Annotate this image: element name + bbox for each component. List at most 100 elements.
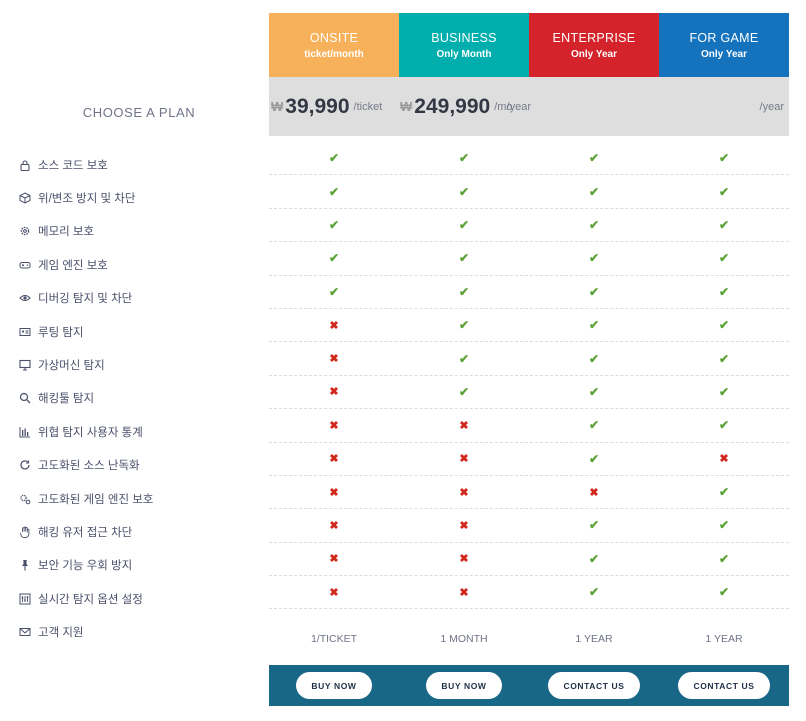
plan-actions: BUY NOW BUY NOW CONTACT US CONTACT US bbox=[269, 665, 789, 706]
check-icon: ✔ bbox=[588, 318, 600, 333]
plan-cell: ✔ bbox=[659, 376, 789, 408]
feature-row: ✔ ✔ ✔ ✔ bbox=[269, 242, 789, 276]
check-icon: ✔ bbox=[718, 318, 730, 333]
feature-row: ✖ ✖ ✔ ✔ bbox=[269, 543, 789, 577]
feature-list: 소스 코드 보호 위/변조 방지 및 차단 메모리 보호 게임 엔진 보호 디버깅 탐지… bbox=[0, 148, 270, 649]
feature-row: ✔ ✔ ✔ ✔ bbox=[269, 209, 789, 243]
check-icon: ✔ bbox=[718, 551, 730, 566]
cross-icon: ✖ bbox=[589, 486, 599, 499]
check-icon: ✔ bbox=[458, 318, 470, 333]
feature-label: 디버깅 탐지 및 차단 bbox=[38, 293, 133, 306]
price-amount: 249,990 bbox=[414, 94, 491, 118]
contact-us-button[interactable]: CONTACT US bbox=[548, 672, 640, 699]
check-icon: ✔ bbox=[718, 418, 730, 433]
plan-cell: ✔ bbox=[659, 476, 789, 508]
check-icon: ✔ bbox=[718, 184, 730, 199]
check-icon: ✔ bbox=[328, 251, 340, 266]
plan-term: 1/TICKET bbox=[310, 633, 358, 645]
plan-name: FOR GAME bbox=[689, 30, 759, 45]
plan-cell: ✔ bbox=[529, 509, 659, 541]
cross-icon: ✖ bbox=[719, 453, 729, 466]
feature-row: ✖ ✔ ✔ ✔ bbox=[269, 342, 789, 376]
plan-term: 1 YEAR bbox=[575, 633, 613, 645]
monitor-icon bbox=[19, 359, 31, 371]
buy-now-button[interactable]: BUY NOW bbox=[296, 672, 372, 699]
check-icon: ✔ bbox=[458, 351, 470, 366]
feature-label: 루팅 탐지 bbox=[38, 326, 84, 339]
plan-cell: ✔ bbox=[659, 342, 789, 374]
check-icon: ✔ bbox=[588, 184, 600, 199]
feature-row: ✖ ✔ ✔ ✔ bbox=[269, 309, 789, 343]
price-amount: 39,990 bbox=[285, 94, 350, 118]
cross-icon: ✖ bbox=[459, 519, 469, 532]
plan-cell: ✖ bbox=[659, 443, 789, 475]
feature-label: 해킹 유저 접근 차단 bbox=[38, 526, 133, 539]
feature-label: 가상머신 탐지 bbox=[38, 360, 105, 373]
plan-cell: ✔ bbox=[529, 443, 659, 475]
check-icon: ✔ bbox=[588, 585, 600, 600]
feature-item: 위협 탐지 사용자 통계 bbox=[0, 415, 270, 448]
check-icon: ✔ bbox=[588, 418, 600, 433]
cross-icon: ✖ bbox=[459, 419, 469, 432]
feature-item: 소스 코드 보호 bbox=[0, 148, 270, 181]
feature-item: 고도화된 소스 난독화 bbox=[0, 449, 270, 482]
plan-header-onsite: ONSITE ticket/month bbox=[269, 13, 399, 77]
plan-cell: ✔ bbox=[659, 276, 789, 308]
pin-icon bbox=[19, 559, 31, 571]
cross-icon: ✖ bbox=[459, 586, 469, 599]
plan-cell: ✖ bbox=[529, 476, 659, 508]
plan-cell: ✔ bbox=[529, 576, 659, 608]
buy-now-button[interactable]: BUY NOW bbox=[426, 672, 502, 699]
currency-symbol: ₩ bbox=[271, 99, 284, 114]
check-icon: ✔ bbox=[328, 217, 340, 232]
plan-name: BUSINESS bbox=[431, 30, 497, 45]
feature-label: 해킹툴 탐지 bbox=[38, 393, 95, 406]
plan-cell: ✔ bbox=[269, 242, 399, 274]
check-icon: ✔ bbox=[328, 284, 340, 299]
check-icon: ✔ bbox=[458, 251, 470, 266]
plan-cell: ✖ bbox=[399, 576, 529, 608]
cross-icon: ✖ bbox=[459, 453, 469, 466]
feature-row: ✔ ✔ ✔ ✔ bbox=[269, 276, 789, 309]
feature-matrix: ✔ ✔ ✔ ✔ ✔ ✔ ✔ ✔ ✔ ✔ ✔ ✔ ✔ ✔ ✔ ✔ ✔ ✔ ✔ ✔ ✖ ✔ ✔ ✔ ✖ ✔ ✔ ✔ ✖ ✔ ✔ ✔ ✖ ✖ ✔ ✔ ✖ ✖ ✔ ✖… bbox=[269, 142, 789, 610]
check-icon: ✔ bbox=[718, 284, 730, 299]
plan-cell: ✔ bbox=[659, 242, 789, 274]
feature-row: ✖ ✖ ✔ ✔ bbox=[269, 576, 789, 610]
choose-plan-label: CHOOSE A PLAN bbox=[82, 105, 196, 120]
check-icon: ✔ bbox=[458, 384, 470, 399]
plan-cell: ✖ bbox=[399, 509, 529, 541]
plan-cell: ✖ bbox=[269, 309, 399, 341]
cube-icon bbox=[19, 192, 31, 204]
check-icon: ✔ bbox=[588, 251, 600, 266]
feature-item: 고도화된 게임 엔진 보호 bbox=[0, 482, 270, 515]
plan-header-business: BUSINESS Only Month bbox=[399, 13, 529, 77]
currency-symbol: ₩ bbox=[400, 99, 413, 114]
feature-item: 고객 지원 bbox=[0, 615, 270, 648]
feature-label: 소스 코드 보호 bbox=[38, 159, 108, 172]
feature-label: 실시간 탐지 옵션 설정 bbox=[38, 593, 143, 606]
check-icon: ✔ bbox=[718, 251, 730, 266]
plan-action-cell: BUY NOW bbox=[399, 665, 529, 706]
plan-price: /year bbox=[503, 77, 531, 136]
feature-row: ✖ ✖ ✔ ✔ bbox=[269, 409, 789, 443]
plan-cell: ✔ bbox=[529, 543, 659, 575]
plan-cell: ✖ bbox=[269, 576, 399, 608]
feature-label: 메모리 보호 bbox=[38, 226, 95, 239]
plan-cell: ✔ bbox=[529, 142, 659, 174]
lock-icon bbox=[19, 159, 31, 171]
plan-cell: ✖ bbox=[269, 376, 399, 408]
check-icon: ✔ bbox=[458, 184, 470, 199]
hand-icon bbox=[19, 526, 31, 538]
feature-row: ✔ ✔ ✔ ✔ bbox=[269, 142, 789, 176]
contact-us-button[interactable]: CONTACT US bbox=[678, 672, 770, 699]
plan-cell: ✔ bbox=[529, 276, 659, 308]
plan-subtitle: Only Month bbox=[436, 48, 492, 60]
feature-item: 디버깅 탐지 및 차단 bbox=[0, 282, 270, 315]
plan-cell: ✖ bbox=[399, 443, 529, 475]
check-icon: ✔ bbox=[588, 551, 600, 566]
feature-row: ✔ ✔ ✔ ✔ bbox=[269, 175, 789, 209]
price-period: /year bbox=[759, 100, 784, 113]
check-icon: ✔ bbox=[718, 518, 730, 533]
cross-icon: ✖ bbox=[329, 386, 339, 399]
cross-icon: ✖ bbox=[459, 486, 469, 499]
